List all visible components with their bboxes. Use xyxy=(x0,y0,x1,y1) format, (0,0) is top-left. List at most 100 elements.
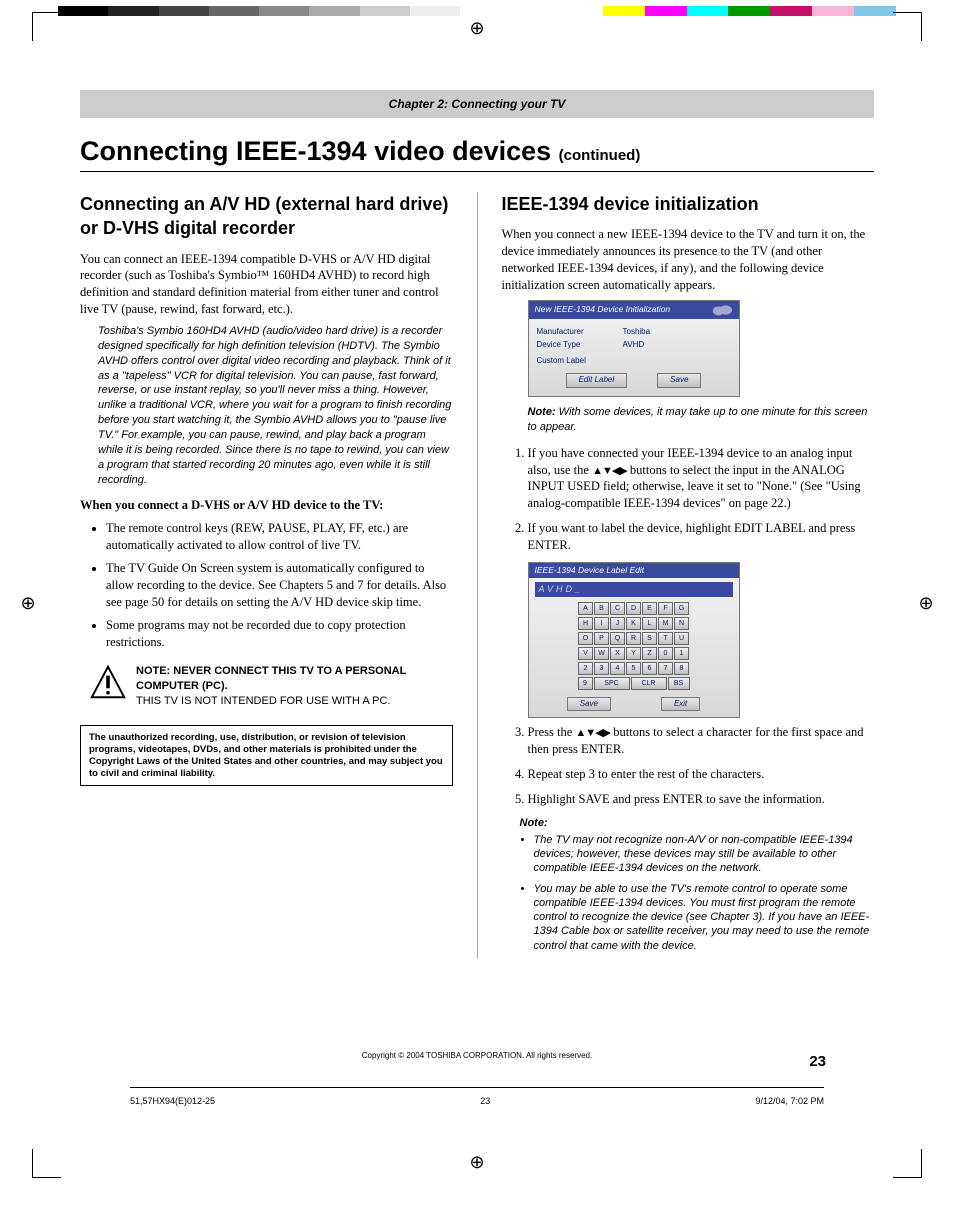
label-edit-dialog-figure: IEEE-1394 Device Label Edit AVHD_ ABCDEF… xyxy=(528,562,740,718)
dialog-title: New IEEE-1394 Device Initialization xyxy=(535,304,671,315)
key-8: 8 xyxy=(674,662,689,675)
copyright-warning-box: The unauthorized recording, use, distrib… xyxy=(80,725,453,787)
key-u: U xyxy=(674,632,689,645)
left-column: Connecting an A/V HD (external hard driv… xyxy=(80,192,453,959)
key-4: 4 xyxy=(610,662,625,675)
key-5: 5 xyxy=(626,662,641,675)
key-spc: SPC xyxy=(594,677,630,690)
key-j: J xyxy=(610,617,625,630)
note-bullet: You may be able to use the TV's remote c… xyxy=(534,882,875,953)
key-e: E xyxy=(642,602,657,615)
key-w: W xyxy=(594,647,609,660)
footer-date: 9/12/04, 7:02 PM xyxy=(755,1096,824,1106)
bullet-item: The TV Guide On Screen system is automat… xyxy=(106,560,453,611)
key-clr: CLR xyxy=(631,677,667,690)
key-o: O xyxy=(578,632,593,645)
right-intro: When you connect a new IEEE-1394 device … xyxy=(502,226,875,294)
left-intro: You can connect an IEEE-1394 compatible … xyxy=(80,251,453,319)
crop-mark xyxy=(32,1149,61,1178)
step-4: Repeat step 3 to enter the rest of the c… xyxy=(528,766,875,783)
registration-mark: ⊕ xyxy=(916,593,936,613)
save-button: Save xyxy=(567,697,611,712)
init-steps: If you have connected your IEEE-1394 dev… xyxy=(502,445,875,554)
custom-label: Custom Label xyxy=(537,356,586,367)
page-content: Chapter 2: Connecting your TV Connecting… xyxy=(80,60,874,1126)
key-t: T xyxy=(658,632,673,645)
key-3: 3 xyxy=(594,662,609,675)
key-r: R xyxy=(626,632,641,645)
step-5: Highlight SAVE and press ENTER to save t… xyxy=(528,791,875,808)
warning-heading: NOTE: NEVER CONNECT THIS TV TO A PERSONA… xyxy=(136,664,443,694)
key-z: Z xyxy=(642,647,657,660)
bullet-item: The remote control keys (REW, PAUSE, PLA… xyxy=(106,520,453,554)
key-g: G xyxy=(674,602,689,615)
key-v: V xyxy=(578,647,593,660)
right-column: IEEE-1394 device initialization When you… xyxy=(502,192,875,959)
key-y: Y xyxy=(626,647,641,660)
note-bullet: The TV may not recognize non-A/V or non-… xyxy=(534,833,875,876)
arrow-icons: ▲▼◀▶ xyxy=(592,465,627,477)
key-i: I xyxy=(594,617,609,630)
warning-subtext: THIS TV IS NOT INTENDED FOR USE WITH A P… xyxy=(136,694,443,709)
dialog-title: IEEE-1394 Device Label Edit xyxy=(535,565,645,576)
type-value: AVHD xyxy=(623,340,645,351)
mfr-value: Toshiba xyxy=(623,327,651,338)
key-x: X xyxy=(610,647,625,660)
crop-mark xyxy=(893,1149,922,1178)
onscreen-keyboard: ABCDEFGHIJKLMNOPQRSTUVWXYZ0123456789SPCC… xyxy=(533,600,735,693)
key-c: C xyxy=(610,602,625,615)
crop-mark xyxy=(32,12,61,41)
registration-mark: ⊕ xyxy=(467,1152,487,1172)
page-number: 23 xyxy=(809,1053,826,1070)
footer-rule xyxy=(130,1087,824,1088)
key-l: L xyxy=(642,617,657,630)
pc-warning-box: NOTE: NEVER CONNECT THIS TV TO A PERSONA… xyxy=(80,658,453,715)
key-9: 9 xyxy=(578,677,593,690)
key-0: 0 xyxy=(658,647,673,660)
right-heading: IEEE-1394 device initialization xyxy=(502,192,875,216)
key-p: P xyxy=(594,632,609,645)
key-k: K xyxy=(626,617,641,630)
type-label: Device Type xyxy=(537,340,607,351)
step-1: If you have connected your IEEE-1394 dev… xyxy=(528,445,875,513)
key-h: H xyxy=(578,617,593,630)
key-b: B xyxy=(594,602,609,615)
crop-mark xyxy=(893,12,922,41)
exit-button: Exit xyxy=(661,697,700,712)
init-dialog-figure: New IEEE-1394 Device Initialization Manu… xyxy=(528,300,740,397)
copyright-line: Copyright © 2004 TOSHIBA CORPORATION. Al… xyxy=(80,1051,874,1060)
key-d: D xyxy=(626,602,641,615)
warning-icon xyxy=(90,664,126,705)
label-value: AVHD_ xyxy=(535,582,733,596)
key-bs: BS xyxy=(668,677,690,690)
key-s: S xyxy=(642,632,657,645)
registration-mark: ⊕ xyxy=(467,18,487,38)
left-heading: Connecting an A/V HD (external hard driv… xyxy=(80,192,453,241)
init-steps-cont: Press the ▲▼◀▶ buttons to select a chara… xyxy=(502,724,875,808)
connect-bullets: The remote control keys (REW, PAUSE, PLA… xyxy=(80,520,453,650)
note-block: Note: xyxy=(520,816,875,831)
bullet-item: Some programs may not be recorded due to… xyxy=(106,617,453,651)
footer-row: 51,57HX94(E)012-25 23 9/12/04, 7:02 PM xyxy=(130,1096,824,1106)
title-continued: (continued) xyxy=(559,147,641,164)
footer-page: 23 xyxy=(480,1096,490,1106)
symbio-description: Toshiba's Symbio 160HD4 AVHD (audio/vide… xyxy=(98,324,453,487)
key-a: A xyxy=(578,602,593,615)
note-bullets: The TV may not recognize non-A/V or non-… xyxy=(520,833,875,953)
print-color-bar xyxy=(58,6,896,16)
key-2: 2 xyxy=(578,662,593,675)
key-q: Q xyxy=(610,632,625,645)
title-main: Connecting IEEE-1394 video devices xyxy=(80,136,559,166)
page-title: Connecting IEEE-1394 video devices (cont… xyxy=(80,136,874,172)
key-1: 1 xyxy=(674,647,689,660)
connect-heading: When you connect a D-VHS or A/V HD devic… xyxy=(80,497,453,514)
cloud-icon xyxy=(711,303,733,317)
key-m: M xyxy=(658,617,673,630)
registration-mark: ⊕ xyxy=(18,593,38,613)
arrow-icons: ▲▼◀▶ xyxy=(575,727,610,739)
note-delay: Note: With some devices, it may take up … xyxy=(528,405,875,435)
chapter-header: Chapter 2: Connecting your TV xyxy=(80,90,874,118)
mfr-label: Manufacturer xyxy=(537,327,607,338)
key-6: 6 xyxy=(642,662,657,675)
footer-filename: 51,57HX94(E)012-25 xyxy=(130,1096,215,1106)
